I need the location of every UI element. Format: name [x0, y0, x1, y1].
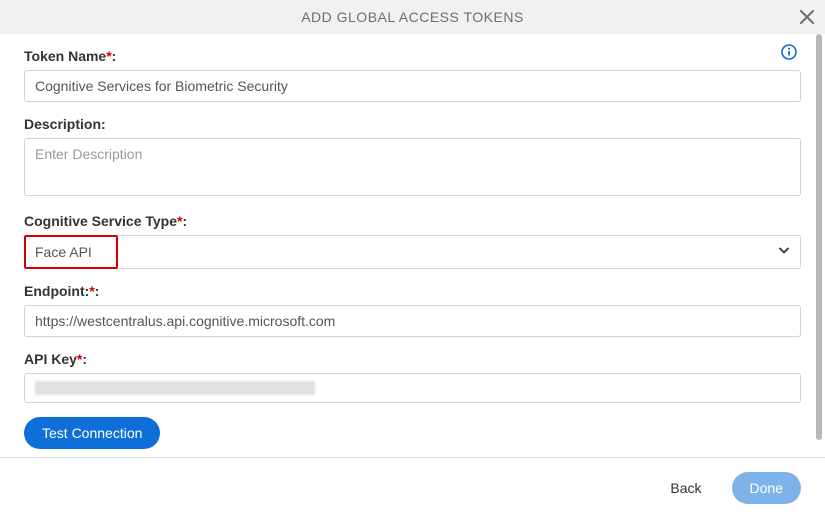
- dialog-footer: Back Done: [0, 457, 825, 518]
- required-marker: *: [77, 351, 82, 367]
- required-marker: *: [89, 283, 94, 299]
- service-type-label: Cognitive Service Type*:: [24, 213, 801, 229]
- api-key-input[interactable]: [24, 373, 801, 403]
- description-label: Description:: [24, 116, 801, 132]
- service-type-value: Face API: [35, 244, 92, 260]
- test-connection-row: Test Connection: [24, 417, 801, 449]
- dialog-body: Token Name*: Description: Cognitive Serv…: [0, 34, 825, 457]
- required-marker: *: [177, 213, 182, 229]
- close-icon: [800, 10, 814, 24]
- close-button[interactable]: [797, 7, 817, 27]
- done-button[interactable]: Done: [732, 472, 801, 504]
- endpoint-input[interactable]: [24, 305, 801, 337]
- info-button[interactable]: [781, 44, 797, 63]
- description-textarea[interactable]: [24, 138, 801, 196]
- back-button[interactable]: Back: [652, 472, 719, 504]
- info-icon: [781, 44, 797, 60]
- service-type-select-wrap: Face API: [24, 235, 801, 269]
- token-name-label: Token Name*:: [24, 48, 801, 64]
- api-key-redacted: [35, 381, 315, 395]
- form-area: Token Name*: Description: Cognitive Serv…: [0, 34, 825, 457]
- api-key-label: API Key*:: [24, 351, 801, 367]
- add-global-access-tokens-dialog: ADD GLOBAL ACCESS TOKENS Token Name*: De…: [0, 0, 825, 518]
- scrollbar[interactable]: [816, 34, 822, 440]
- dialog-title: ADD GLOBAL ACCESS TOKENS: [301, 9, 524, 25]
- test-connection-button[interactable]: Test Connection: [24, 417, 160, 449]
- required-marker: *: [106, 48, 111, 64]
- endpoint-label: Endpoint:*:: [24, 283, 801, 299]
- service-type-select[interactable]: Face API: [24, 235, 801, 269]
- token-name-input[interactable]: [24, 70, 801, 102]
- dialog-titlebar: ADD GLOBAL ACCESS TOKENS: [0, 0, 825, 34]
